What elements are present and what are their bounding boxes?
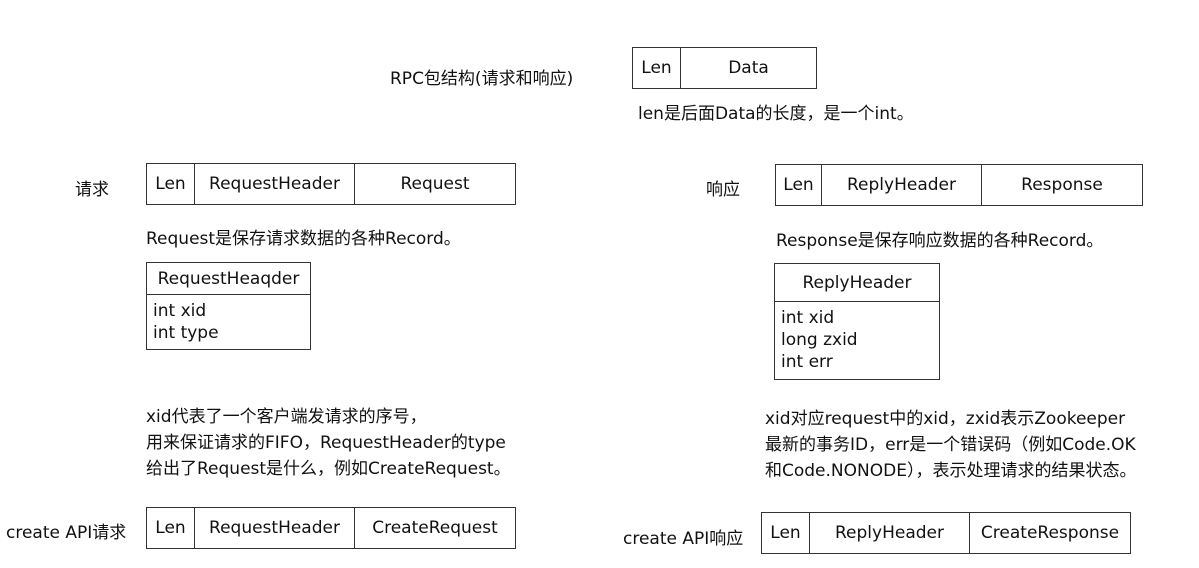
request-packet: Len RequestHeader Request [146, 163, 516, 205]
rpc-packet: Len Data [632, 47, 817, 89]
struct-field: int type [153, 323, 219, 343]
packet-field-create-response: CreateResponse [980, 523, 1120, 543]
request-header-struct: RequestHeaqder int xid int type [146, 262, 311, 350]
diagram-title: RPC包结构(请求和响应) [390, 69, 574, 89]
packet-field-reply-header: ReplyHeader [810, 513, 970, 553]
struct-field: long zxid [781, 330, 858, 350]
packet-field-len: Len [633, 48, 681, 88]
create-response-label: create API响应 [623, 529, 744, 549]
explanation-line: xid代表了一个客户端发请求的序号， [146, 407, 427, 427]
reply-header-struct: ReplyHeader int xid long zxid int err [774, 263, 940, 380]
request-label: 请求 [75, 180, 109, 200]
explanation-line: 最新的事务ID，err是一个错误码（例如Code.OK [765, 435, 1136, 455]
packet-note: len是后面Data的长度，是一个int。 [638, 104, 914, 124]
packet-field-reply-header: ReplyHeader [822, 165, 982, 205]
struct-title: RequestHeaqder [147, 263, 310, 295]
packet-field-create-request: CreateRequest [372, 518, 498, 538]
explanation-line: 给出了Request是什么，例如CreateRequest。 [146, 459, 511, 479]
packet-field-data: Data [728, 58, 769, 78]
packet-field-request: Request [400, 174, 470, 194]
packet-field-len: Len [147, 508, 195, 548]
struct-field: int err [781, 352, 833, 372]
response-note: Response是保存响应数据的各种Record。 [776, 231, 1104, 251]
explanation-line: 用来保证请求的FIFO，RequestHeader的type [146, 433, 506, 453]
packet-field-len: Len [762, 513, 810, 553]
response-packet: Len ReplyHeader Response [775, 164, 1143, 206]
packet-field-request-header: RequestHeader [195, 164, 355, 204]
response-explanation: xid对应request中的xid，zxid表示Zookeeper 最新的事务I… [765, 406, 1136, 484]
explanation-line: 和Code.NONODE），表示处理请求的结果状态。 [765, 461, 1137, 481]
packet-field-response: Response [1021, 175, 1103, 195]
struct-title: ReplyHeader [775, 264, 939, 302]
struct-fields: int xid int type [147, 295, 310, 344]
response-label: 响应 [706, 180, 740, 200]
create-request-label: create API请求 [6, 523, 127, 543]
packet-field-len: Len [147, 164, 195, 204]
struct-field: int xid [781, 308, 835, 328]
packet-field-request-header: RequestHeader [195, 508, 355, 548]
request-explanation: xid代表了一个客户端发请求的序号， 用来保证请求的FIFO，RequestHe… [146, 404, 511, 482]
create-request-packet: Len RequestHeader CreateRequest [146, 507, 516, 549]
request-note: Request是保存请求数据的各种Record。 [146, 229, 461, 249]
packet-field-len: Len [776, 165, 822, 205]
create-response-packet: Len ReplyHeader CreateResponse [761, 512, 1131, 554]
explanation-line: xid对应request中的xid，zxid表示Zookeeper [765, 409, 1126, 429]
struct-field: int xid [153, 301, 207, 321]
struct-fields: int xid long zxid int err [775, 302, 939, 373]
